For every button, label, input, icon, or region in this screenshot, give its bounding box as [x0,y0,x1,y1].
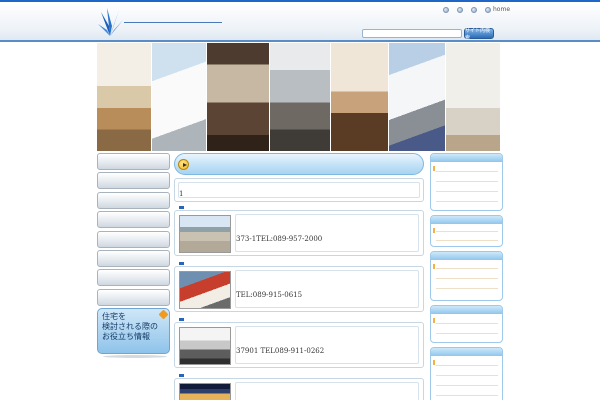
photo-banner [97,43,503,151]
housing-tips-banner[interactable]: 住宅を 検討される際の お役立ち情報 [97,308,170,354]
promo-shadow [103,355,167,358]
top-link-3[interactable] [471,6,479,13]
carport-photo [389,43,445,151]
listing-thumbnail[interactable] [179,383,231,400]
top-link-1[interactable] [443,6,451,13]
divider [436,385,498,386]
nav-item-4[interactable] [97,211,170,229]
bullet-icon [433,264,435,269]
sidebar-box-4 [430,305,503,343]
listing-marker [179,374,184,377]
bullet-icon [433,360,435,365]
play-arrow-icon [178,159,189,170]
divider [436,365,498,366]
divider [436,191,498,192]
sidebar-box-header [431,216,502,224]
listing-info: TEL:089-915-0615 [236,291,303,299]
living-room-photo [97,43,151,151]
dining-room-photo [331,43,388,151]
divider [436,323,498,324]
nav-item-6[interactable] [97,249,170,267]
bullet-icon [433,228,435,233]
listing-detail-box [235,382,419,400]
top-link-2[interactable] [457,6,465,13]
listing-detail-box [235,214,419,252]
listing-marker [179,318,184,321]
listing-info: 373-1TEL:089-957-2000 [236,235,323,243]
left-navigation [97,153,170,308]
bullet-icon [433,318,435,323]
listing-marker [179,262,184,265]
bullet-icon [443,6,449,13]
sidebar-box-5 [430,347,503,400]
logo-icon[interactable] [97,6,123,38]
main-content [174,153,424,175]
housing-tips-label: 住宅を 検討される際の お役立ち情報 [102,312,158,341]
listing-thumbnail[interactable] [179,215,231,253]
sidebar-box-header [431,252,502,260]
sidebar-box-header [431,154,502,162]
sidebar-box-1 [430,153,503,211]
listing-detail-box [235,326,419,364]
divider [436,395,498,396]
listing-marker [179,206,184,209]
bullet-icon [471,6,477,13]
top-links: home [443,6,510,13]
listing-thumbnail[interactable] [179,327,231,365]
listing-info: 37901 TEL089-911-0262 [236,347,325,355]
home-link[interactable]: home [485,6,510,13]
site-search-input[interactable] [362,29,462,38]
bullet-icon [433,166,435,171]
nav-item-8[interactable] [97,288,170,306]
divider [436,231,498,232]
listing-detail-box [235,270,419,308]
nav-item-7[interactable] [97,269,170,287]
divider [436,181,498,182]
divider [436,288,498,289]
sidebar-box-header [431,306,502,314]
house-exterior-photo [152,43,206,151]
site-search-button[interactable]: サイト内検索 [464,28,494,41]
courtyard-photo [270,43,330,151]
nav-item-3[interactable] [97,191,170,209]
logo-underline [124,22,222,23]
listing-thumbnail[interactable] [179,271,231,309]
divider [436,171,498,172]
counter-inner [178,182,420,198]
nav-item-2[interactable] [97,172,170,190]
divider [436,268,498,269]
counter-panel [174,178,424,202]
result-counter: 1 [179,190,184,198]
divider [436,375,498,376]
sidebar-box-3 [430,251,503,301]
section-title-bar [174,153,424,175]
dining-table-photo [207,43,269,151]
nav-item-1[interactable] [97,153,170,170]
sidebar-box-header [431,348,502,356]
bullet-icon [485,6,491,13]
site-header: home サイト内検索 [0,2,600,42]
interior-window-photo [446,43,500,151]
bullet-icon [457,6,463,13]
divider [436,333,498,334]
divider [436,201,498,202]
nav-item-5[interactable] [97,230,170,248]
divider [436,278,498,279]
sidebar-box-2 [430,215,503,247]
divider [436,240,498,241]
